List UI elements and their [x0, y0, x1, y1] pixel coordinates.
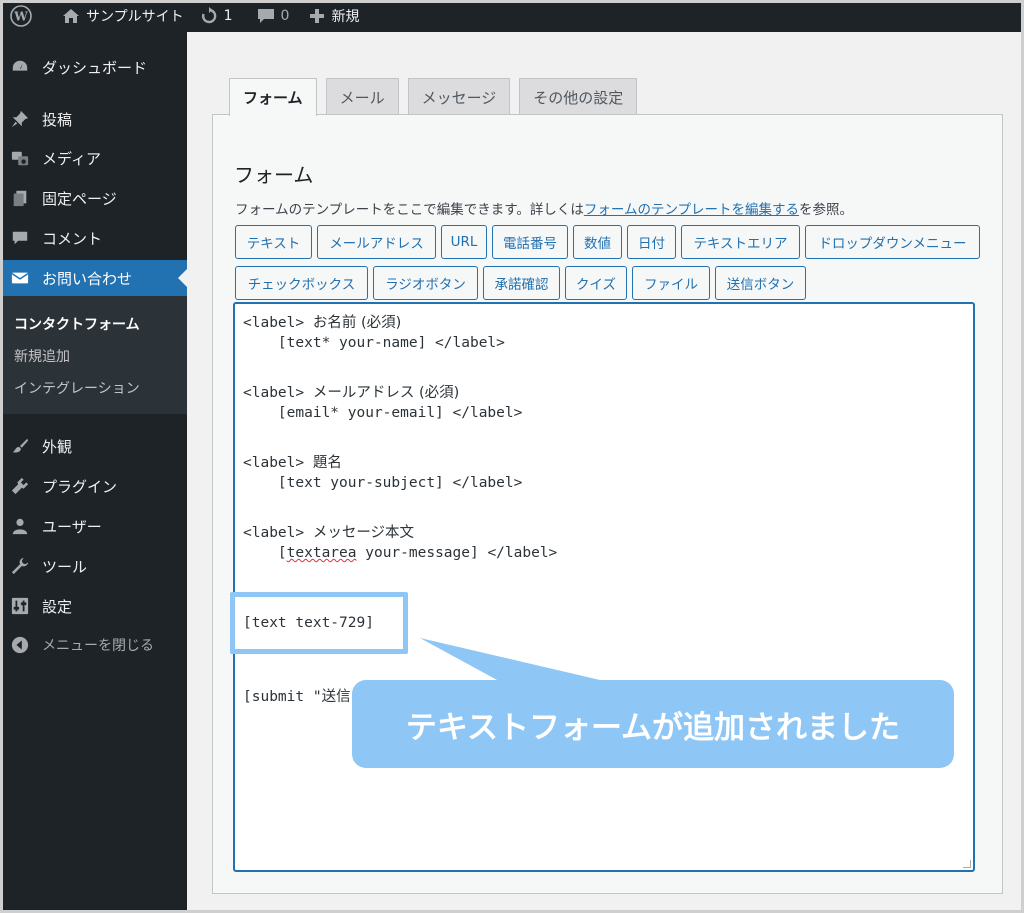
code-line: <label> メッセージ本文 — [243, 525, 415, 541]
menu-settings[interactable]: 設定 — [0, 588, 187, 624]
submenu-add-new[interactable]: 新規追加 — [14, 346, 70, 366]
menu-dashboard[interactable]: ダッシュボード — [0, 49, 187, 85]
plus-icon — [310, 9, 325, 23]
menu-appearance[interactable]: 外観 — [0, 428, 187, 464]
code-line: [submit "送信 — [243, 689, 351, 705]
menu-posts[interactable]: 投稿 — [0, 101, 187, 137]
tab-messages[interactable]: メッセージ — [407, 78, 511, 115]
menu-label: メディア — [42, 149, 101, 168]
updates-link[interactable]: 1 — [192, 0, 241, 32]
tab-additional-settings[interactable]: その他の設定 — [519, 78, 638, 115]
wordpress-icon: W — [10, 5, 32, 27]
panel-title: フォーム — [234, 163, 314, 187]
tag-button-quiz[interactable]: クイズ — [565, 266, 627, 300]
pin-icon — [10, 109, 30, 129]
code-line: <label> お名前 (必須) — [243, 315, 402, 331]
menu-label: ツール — [42, 557, 88, 576]
menu-label: お問い合わせ — [42, 269, 133, 288]
code-line: [textarea your-message] </label> — [243, 545, 558, 561]
plugin-icon — [10, 476, 30, 496]
page-icon — [10, 188, 30, 208]
panel-description: フォームのテンプレートをここで編集できます。詳しくはフォームのテンプレートを編集… — [235, 198, 853, 218]
submenu-contact-forms[interactable]: コンタクトフォーム — [14, 314, 140, 334]
tag-button-date[interactable]: 日付 — [627, 225, 676, 259]
home-icon — [63, 9, 79, 23]
tag-button-textarea[interactable]: テキストエリア — [681, 225, 800, 259]
code-line: [text your-subject] </label> — [243, 475, 523, 491]
mail-icon — [10, 268, 30, 288]
svg-text:W: W — [13, 10, 28, 24]
site-name-link[interactable]: サンプルサイト — [54, 0, 192, 32]
comments-link[interactable]: 0 — [249, 0, 298, 32]
tag-button-submit[interactable]: 送信ボタン — [715, 266, 806, 300]
code-line: [text* your-name] </label> — [243, 335, 505, 351]
menu-label: ユーザー — [42, 517, 102, 536]
settings-icon — [10, 596, 30, 616]
updates-count: 1 — [223, 8, 233, 24]
tag-button-number[interactable]: 数値 — [573, 225, 622, 259]
edit-template-link[interactable]: フォームのテンプレートを編集する — [584, 202, 799, 218]
comment-bubble-icon — [257, 9, 274, 23]
code-line: <label> メールアドレス (必須) — [243, 385, 460, 401]
annotation-callout: テキストフォームが追加されました — [352, 680, 954, 768]
new-label: 新規 — [331, 9, 360, 25]
tab-mail[interactable]: メール — [325, 78, 399, 115]
menu-users[interactable]: ユーザー — [0, 508, 187, 544]
code-line: [email* your-email] </label> — [243, 405, 523, 421]
comment-icon — [10, 228, 30, 248]
collapse-label: メニューを閉じる — [42, 638, 154, 654]
menu-comments[interactable]: コメント — [0, 220, 187, 256]
admin-bar: W サンプルサイト 1 0 新規 — [0, 0, 1024, 32]
user-icon — [10, 516, 30, 536]
collapse-menu-button[interactable]: メニューを閉じる — [0, 627, 187, 663]
main-content: フォーム メール メッセージ その他の設定 フォーム フォームのテンプレートをこ… — [187, 32, 1021, 910]
paintbrush-icon — [10, 436, 30, 456]
tag-button-url[interactable]: URL — [441, 225, 487, 259]
desc-text: フォームのテンプレートをここで編集できます。詳しくは — [235, 202, 584, 218]
new-content-link[interactable]: 新規 — [301, 0, 367, 32]
wordpress-logo-button[interactable]: W — [0, 0, 40, 32]
menu-plugins[interactable]: プラグイン — [0, 468, 187, 504]
menu-label: コメント — [42, 229, 103, 248]
menu-label: 外観 — [42, 437, 73, 456]
site-name: サンプルサイト — [86, 9, 184, 25]
collapse-arrow-icon — [10, 635, 30, 655]
desc-text-end: を参照。 — [799, 202, 854, 218]
tag-button-text[interactable]: テキスト — [235, 225, 312, 259]
menu-label: 固定ページ — [42, 189, 117, 208]
menu-tools[interactable]: ツール — [0, 548, 187, 584]
menu-pages[interactable]: 固定ページ — [0, 180, 187, 216]
menu-label: 設定 — [42, 597, 73, 616]
wrench-icon — [10, 556, 30, 576]
contact-submenu: コンタクトフォーム 新規追加 インテグレーション — [0, 296, 187, 414]
submenu-integration[interactable]: インテグレーション — [14, 378, 140, 398]
menu-contact[interactable]: お問い合わせ — [0, 260, 187, 296]
tag-button-tel[interactable]: 電話番号 — [492, 225, 568, 259]
tab-bar: フォーム メール メッセージ その他の設定 — [229, 78, 646, 116]
dashboard-icon — [10, 57, 30, 77]
menu-label: ダッシュボード — [42, 58, 148, 77]
admin-sidebar: ダッシュボード 投稿 メディア 固定ページ コメント お問い合わせ コンタクトフ… — [0, 32, 187, 913]
highlight-box — [230, 592, 408, 654]
tag-button-radio[interactable]: ラジオボタン — [373, 266, 478, 300]
form-panel: フォーム フォームのテンプレートをここで編集できます。詳しくはフォームのテンプレ… — [212, 114, 1003, 894]
tab-form[interactable]: フォーム — [229, 78, 317, 116]
code-line: <label> 題名 — [243, 455, 342, 471]
media-icon — [10, 148, 30, 168]
resize-handle[interactable] — [963, 860, 971, 868]
comments-count: 0 — [280, 8, 290, 24]
form-template-editor[interactable]: <label> お名前 (必須) [text* your-name] </lab… — [233, 302, 975, 872]
menu-label: 投稿 — [42, 110, 73, 129]
updates-icon — [201, 7, 216, 24]
tag-button-checkbox[interactable]: チェックボックス — [235, 266, 368, 300]
menu-media[interactable]: メディア — [0, 140, 187, 176]
tag-button-dropdown[interactable]: ドロップダウンメニュー — [805, 225, 980, 259]
tag-button-email[interactable]: メールアドレス — [317, 225, 436, 259]
tag-button-file[interactable]: ファイル — [632, 266, 710, 300]
menu-label: プラグイン — [42, 477, 118, 496]
tag-button-acceptance[interactable]: 承諾確認 — [483, 266, 560, 300]
